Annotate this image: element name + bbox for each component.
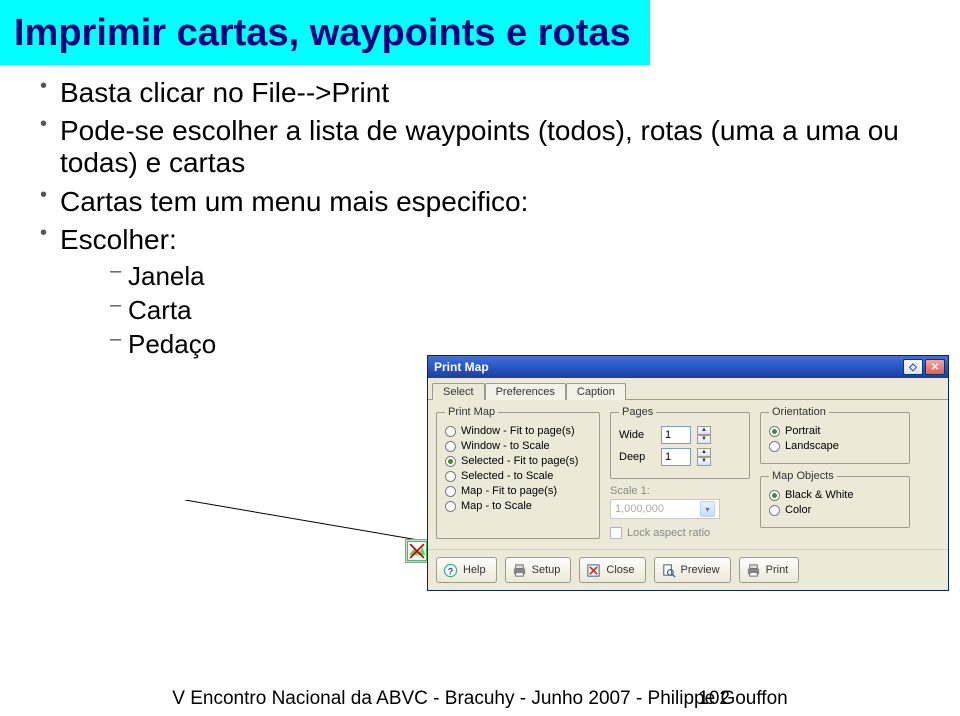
middle-column: Pages Wide 1 ▲▼ Deep 1 ▲▼ Scale 1: 1,000… xyxy=(610,406,750,539)
sub-bullet-2: Carta xyxy=(110,296,960,326)
title-banner: Imprimir cartas, waypoints e rotas xyxy=(0,0,650,65)
radio-map-fit[interactable]: Map - Fit to page(s) xyxy=(445,485,591,497)
radio-color[interactable]: Color xyxy=(769,504,901,516)
bullet-1: Basta clicar no File-->Print xyxy=(40,77,960,109)
slide-footer: V Encontro Nacional da ABVC - Bracuhy - … xyxy=(0,688,960,710)
checkbox-lock-aspect[interactable]: Lock aspect ratio xyxy=(610,527,750,539)
print-map-dialog: Print Map ◇ ✕ Select Preferences Caption… xyxy=(427,355,949,591)
legend-map-objects: Map Objects xyxy=(769,470,837,482)
dialog-titlebar[interactable]: Print Map ◇ ✕ xyxy=(428,356,948,378)
radio-selected-scale[interactable]: Selected - to Scale xyxy=(445,470,591,482)
close-icon xyxy=(586,563,601,578)
checkbox-icon xyxy=(610,527,622,539)
radio-bw[interactable]: Black & White xyxy=(769,489,901,501)
input-wide[interactable]: 1 xyxy=(661,426,691,444)
radio-landscape[interactable]: Landscape xyxy=(769,440,901,452)
radio-portrait[interactable]: Portrait xyxy=(769,425,901,437)
bullet-list: Basta clicar no File-->Print Pode-se esc… xyxy=(0,77,960,360)
tab-preferences[interactable]: Preferences xyxy=(485,383,566,400)
radio-window-scale[interactable]: Window - to Scale xyxy=(445,440,591,452)
pages-wide-row: Wide 1 ▲▼ xyxy=(619,426,741,444)
slide-title: Imprimir cartas, waypoints e rotas xyxy=(14,12,636,55)
label-scale: Scale 1: xyxy=(610,485,750,497)
close-window-button[interactable]: ✕ xyxy=(925,359,945,375)
svg-text:?: ? xyxy=(448,566,454,576)
label-deep: Deep xyxy=(619,451,655,463)
input-scale[interactable]: 1,000,000 ▾ xyxy=(610,499,720,519)
print-button[interactable]: Print xyxy=(739,557,800,583)
group-print-map: Print Map Window - Fit to page(s) Window… xyxy=(436,406,600,539)
right-column: Orientation Portrait Landscape Map Objec… xyxy=(760,406,910,539)
help-icon: ? xyxy=(443,563,458,578)
tab-panel: Print Map Window - Fit to page(s) Window… xyxy=(428,399,948,549)
button-bar: ? Help Setup Close Preview Print xyxy=(428,549,948,590)
tabstrip: Select Preferences Caption xyxy=(428,378,948,399)
label-wide: Wide xyxy=(619,429,655,441)
preview-icon xyxy=(661,563,676,578)
group-map-objects: Map Objects Black & White Color xyxy=(760,470,910,528)
bullet-2: Pode-se escolher a lista de waypoints (t… xyxy=(40,115,960,179)
thumbnail-button[interactable] xyxy=(405,539,429,563)
legend-orientation: Orientation xyxy=(769,406,829,418)
chevron-down-icon[interactable]: ▾ xyxy=(700,501,715,517)
pages-deep-row: Deep 1 ▲▼ xyxy=(619,448,741,466)
legend-print-map: Print Map xyxy=(445,406,498,418)
tab-caption[interactable]: Caption xyxy=(566,383,626,400)
radio-selected-fit[interactable]: Selected - Fit to page(s) xyxy=(445,455,591,467)
dialog-title: Print Map xyxy=(434,360,489,374)
printer-setup-icon xyxy=(512,563,527,578)
bullet-4: Escolher: xyxy=(40,224,960,256)
preview-button[interactable]: Preview xyxy=(654,557,731,583)
legend-pages: Pages xyxy=(619,406,656,418)
group-pages: Pages Wide 1 ▲▼ Deep 1 ▲▼ xyxy=(610,406,750,479)
print-icon xyxy=(746,563,761,578)
group-orientation: Orientation Portrait Landscape xyxy=(760,406,910,464)
input-deep[interactable]: 1 xyxy=(661,448,691,466)
sub-bullet-1: Janela xyxy=(110,262,960,292)
close-button[interactable]: Close xyxy=(579,557,645,583)
bullet-3: Cartas tem um menu mais especifico: xyxy=(40,186,960,218)
sub-bullet-list: Janela Carta Pedaço xyxy=(40,262,960,360)
help-button[interactable]: ? Help xyxy=(436,557,497,583)
tab-select[interactable]: Select xyxy=(432,383,485,400)
maximize-button[interactable]: ◇ xyxy=(903,359,923,375)
radio-window-fit[interactable]: Window - Fit to page(s) xyxy=(445,425,591,437)
spinner-deep[interactable]: ▲▼ xyxy=(697,448,711,466)
radio-map-scale[interactable]: Map - to Scale xyxy=(445,500,591,512)
spinner-wide[interactable]: ▲▼ xyxy=(697,426,711,444)
page-number: 102 xyxy=(698,688,730,710)
setup-button[interactable]: Setup xyxy=(505,557,572,583)
